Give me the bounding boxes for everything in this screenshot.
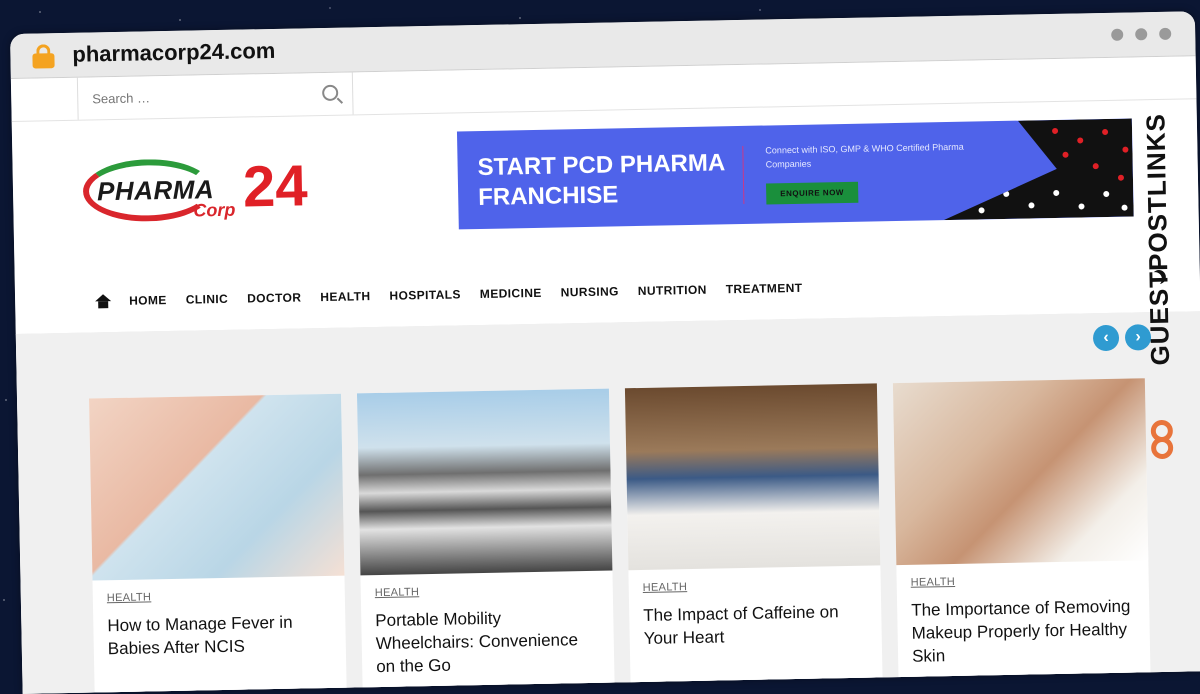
nav-item-nursing[interactable]: NURSING <box>561 284 619 299</box>
browser-window: pharmacorp24.com PHARMA Corp 24 START PC… <box>10 11 1200 694</box>
post-category[interactable]: HEALTH <box>375 583 613 599</box>
nav-item-hospitals[interactable]: HOSPITALS <box>389 287 461 302</box>
ad-banner[interactable]: START PCD PHARMA FRANCHISE Connect with … <box>456 118 1134 230</box>
slider-prev-button[interactable]: ‹ <box>1092 324 1120 352</box>
post-image-wheelchair[interactable] <box>356 388 613 576</box>
post-title[interactable]: The Importance of Removing Makeup Proper… <box>911 595 1136 668</box>
guestpostlinks-watermark: GUESTPOSTLINKS <box>1139 112 1189 460</box>
enquire-now-button[interactable]: ENQUIRE NOW <box>766 181 859 205</box>
logo-number: 24 <box>242 153 309 220</box>
url-text[interactable]: pharmacorp24.com <box>72 38 275 68</box>
nav-item-medicine[interactable]: MEDICINE <box>480 286 542 301</box>
nav-item-home[interactable]: HOME <box>129 293 167 308</box>
site-header: PHARMA Corp 24 START PCD PHARMA FRANCHIS… <box>12 99 1200 272</box>
banner-dot-pattern <box>942 118 1134 220</box>
window-dot-icon[interactable] <box>1135 28 1148 41</box>
nav-item-health[interactable]: HEALTH <box>320 289 370 304</box>
nav-item-doctor[interactable]: DOCTOR <box>247 290 301 305</box>
post-cards: HEALTH How to Manage Fever in Babies Aft… <box>89 378 1151 694</box>
featured-section: ‹ › HEALTH How to Manage Fever in Babies… <box>15 311 1200 694</box>
logo-corp-text: Corp <box>193 199 236 221</box>
search-icon[interactable] <box>322 84 339 102</box>
post-image-coffee-cups[interactable] <box>624 383 881 571</box>
home-icon[interactable] <box>95 294 111 308</box>
nav-item-treatment[interactable]: TREATMENT <box>726 281 803 296</box>
nav-item-clinic[interactable]: CLINIC <box>186 292 229 307</box>
post-title[interactable]: Portable Mobility Wheelchairs: Convenien… <box>375 605 600 678</box>
search-input[interactable] <box>89 73 315 120</box>
web-page: PHARMA Corp 24 START PCD PHARMA FRANCHIS… <box>10 56 1200 694</box>
watermark-text: GUESTPOSTLINKS <box>1140 112 1176 366</box>
post-title[interactable]: The Impact of Caffeine on Your Heart <box>643 600 868 650</box>
post-image-makeup-removal[interactable] <box>892 378 1149 566</box>
search-box <box>76 72 354 120</box>
window-controls <box>1111 27 1172 41</box>
window-dot-icon[interactable] <box>1111 28 1124 41</box>
window-dot-icon[interactable] <box>1159 27 1172 40</box>
post-category[interactable]: HEALTH <box>107 588 345 604</box>
site-logo[interactable]: PHARMA Corp 24 <box>82 153 343 231</box>
banner-headline: START PCD PHARMA FRANCHISE <box>477 149 725 212</box>
banner-divider <box>742 145 745 204</box>
post-card[interactable]: HEALTH Portable Mobility Wheelchairs: Co… <box>356 388 615 694</box>
banner-subtext: Connect with ISO, GMP & WHO Certified Ph… <box>765 141 964 170</box>
post-card[interactable]: HEALTH How to Manage Fever in Babies Aft… <box>89 393 347 694</box>
lock-icon <box>32 44 55 69</box>
post-title[interactable]: How to Manage Fever in Babies After NCIS <box>107 610 332 660</box>
post-card[interactable]: HEALTH The Importance of Removing Makeup… <box>892 378 1151 684</box>
post-image-baby-injection[interactable] <box>89 393 345 581</box>
post-card[interactable]: HEALTH The Impact of Caffeine on Your He… <box>624 383 883 689</box>
post-category[interactable]: HEALTH <box>643 577 881 594</box>
post-category[interactable]: HEALTH <box>911 572 1149 589</box>
nav-item-nutrition[interactable]: NUTRITION <box>638 283 707 298</box>
